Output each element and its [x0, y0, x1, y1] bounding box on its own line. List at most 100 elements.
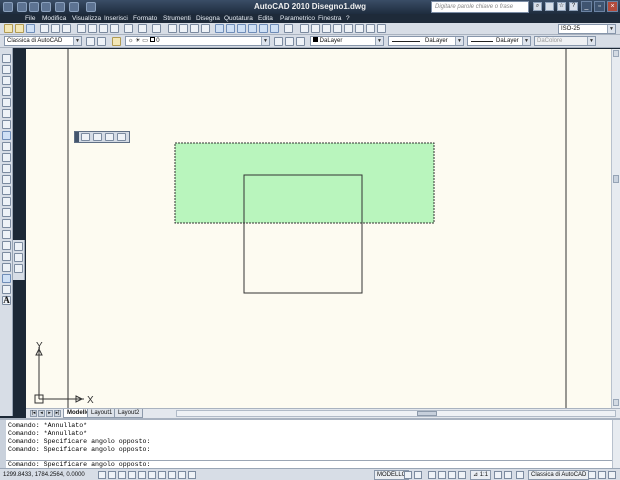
- command-scrollbar[interactable]: [612, 420, 620, 468]
- zoom-icon[interactable]: [438, 471, 446, 479]
- redo-icon[interactable]: [152, 24, 161, 33]
- layer-state-icon[interactable]: [296, 37, 305, 46]
- undo-icon[interactable]: [138, 24, 147, 33]
- prev-tab-icon[interactable]: ◂: [38, 410, 45, 417]
- workspace-settings-icon[interactable]: [86, 37, 95, 46]
- design-center-icon[interactable]: [226, 24, 235, 33]
- clean-screen-icon[interactable]: [608, 471, 616, 479]
- workspace-select[interactable]: Classica di AutoCAD ▼: [4, 36, 82, 46]
- hscroll-thumb[interactable]: [417, 411, 437, 416]
- search-binoculars-icon[interactable]: ⌕: [533, 2, 542, 11]
- coordinates-readout[interactable]: 1299.8433, 1784.2564, 0.0000: [3, 470, 85, 480]
- point-icon[interactable]: [2, 208, 11, 217]
- menu-disegna[interactable]: Disegna: [196, 14, 220, 23]
- publish-icon[interactable]: [62, 24, 71, 33]
- dim-style-icon[interactable]: [311, 24, 320, 33]
- new-icon[interactable]: [4, 24, 13, 33]
- mleader-icon[interactable]: [377, 24, 386, 33]
- chevron-down-icon[interactable]: ▼: [522, 37, 530, 45]
- chevron-down-icon[interactable]: ▼: [607, 25, 615, 33]
- chevron-down-icon[interactable]: ▼: [375, 37, 383, 45]
- help-icon[interactable]: ?: [569, 2, 578, 11]
- ortho-mode-icon[interactable]: [118, 471, 126, 479]
- zoom-window-icon[interactable]: [190, 24, 199, 33]
- vertical-scrollbar[interactable]: [611, 49, 620, 408]
- viewport-icon[interactable]: [93, 133, 102, 141]
- iso25-icon[interactable]: [355, 24, 364, 33]
- insert-block-icon[interactable]: [2, 186, 11, 195]
- linetype-select[interactable]: DaLayer ▼: [388, 36, 464, 46]
- open-icon[interactable]: [15, 24, 24, 33]
- preview-icon[interactable]: [51, 24, 60, 33]
- array-icon[interactable]: [2, 285, 11, 294]
- quick-view-drawings-icon[interactable]: [414, 471, 422, 479]
- multileader-style-icon[interactable]: [333, 24, 342, 33]
- annotation-scale-button[interactable]: ⊿ 1:1: [470, 470, 492, 480]
- chevron-down-icon[interactable]: ▼: [73, 37, 81, 45]
- ellipse-arc-icon[interactable]: [2, 175, 11, 184]
- offset-icon[interactable]: [2, 274, 11, 283]
- gradient-icon[interactable]: [2, 230, 11, 239]
- steeringwheel-icon[interactable]: [448, 471, 456, 479]
- snap-mode-icon[interactable]: [98, 471, 106, 479]
- pan-icon[interactable]: [428, 471, 436, 479]
- dynamic-ucs-icon[interactable]: [158, 471, 166, 479]
- view-icon[interactable]: [117, 133, 126, 141]
- tool-palettes-icon[interactable]: [237, 24, 246, 33]
- zoom-previous-icon[interactable]: [201, 24, 210, 33]
- dimstyle-select[interactable]: ISO-25 ▼: [558, 24, 616, 34]
- markup-icon[interactable]: [259, 24, 268, 33]
- match-properties-icon[interactable]: [110, 24, 119, 33]
- tab-layout2[interactable]: Layout2: [114, 409, 144, 418]
- next-tab-icon[interactable]: ▸: [46, 410, 53, 417]
- auto-scale-icon[interactable]: [504, 471, 512, 479]
- layout-icon[interactable]: [81, 133, 90, 141]
- ellipse-icon[interactable]: [2, 164, 11, 173]
- spline-icon[interactable]: [2, 153, 11, 162]
- menu-visualizza[interactable]: Visualizza: [72, 14, 101, 23]
- quick-properties-icon[interactable]: [188, 471, 196, 479]
- showmotion-icon[interactable]: [458, 471, 466, 479]
- help-icon[interactable]: [284, 24, 293, 33]
- table-icon[interactable]: [366, 24, 375, 33]
- multiline-text-icon[interactable]: A: [2, 296, 11, 305]
- zoom-realtime-icon[interactable]: [179, 24, 188, 33]
- paste-icon[interactable]: [99, 24, 108, 33]
- mirror-icon[interactable]: [2, 263, 11, 272]
- arc-icon[interactable]: [2, 109, 11, 118]
- polygon-icon[interactable]: [2, 87, 11, 96]
- scroll-down-arrow[interactable]: [613, 399, 619, 406]
- object-snap-icon[interactable]: [138, 471, 146, 479]
- polar-tracking-icon[interactable]: [128, 471, 136, 479]
- color-select[interactable]: DaLayer ▼: [310, 36, 384, 46]
- polyline-icon[interactable]: [2, 76, 11, 85]
- toolbar-grip-handle[interactable]: [75, 132, 79, 142]
- chevron-down-icon[interactable]: ▼: [455, 37, 463, 45]
- floating-toolbar[interactable]: [74, 131, 130, 143]
- quick-view-layouts-icon[interactable]: [404, 471, 412, 479]
- menu-edita[interactable]: Edita: [258, 14, 273, 23]
- pan-icon[interactable]: [168, 24, 177, 33]
- table-style-icon[interactable]: [322, 24, 331, 33]
- copy-object-icon[interactable]: [14, 242, 23, 251]
- hatch-icon[interactable]: [2, 219, 11, 228]
- text-style-icon[interactable]: [300, 24, 309, 33]
- tab-layout1[interactable]: Layout1: [87, 409, 117, 418]
- sheet-set-icon[interactable]: [248, 24, 257, 33]
- menu-modifica[interactable]: Modifica: [42, 14, 66, 23]
- menu-finestra[interactable]: Finestra: [318, 14, 341, 23]
- last-tab-icon[interactable]: ▸|: [54, 410, 61, 417]
- move-icon[interactable]: [2, 131, 11, 140]
- plot-icon[interactable]: [40, 24, 49, 33]
- table-icon[interactable]: [2, 252, 11, 261]
- layer-properties-icon[interactable]: [112, 37, 121, 46]
- object-snap-tracking-icon[interactable]: [148, 471, 156, 479]
- workspace-status-button[interactable]: Classica di AutoCAD: [528, 470, 590, 480]
- infocenter-icon[interactable]: [545, 2, 554, 11]
- make-current-icon[interactable]: [274, 37, 283, 46]
- first-tab-icon[interactable]: |◂: [30, 410, 37, 417]
- dynamic-input-icon[interactable]: [168, 471, 176, 479]
- drawing-area[interactable]: Y X: [26, 49, 611, 408]
- layer-select[interactable]: ☼ ☀ ▭ 0 ▼: [125, 36, 270, 46]
- region-icon[interactable]: [2, 241, 11, 250]
